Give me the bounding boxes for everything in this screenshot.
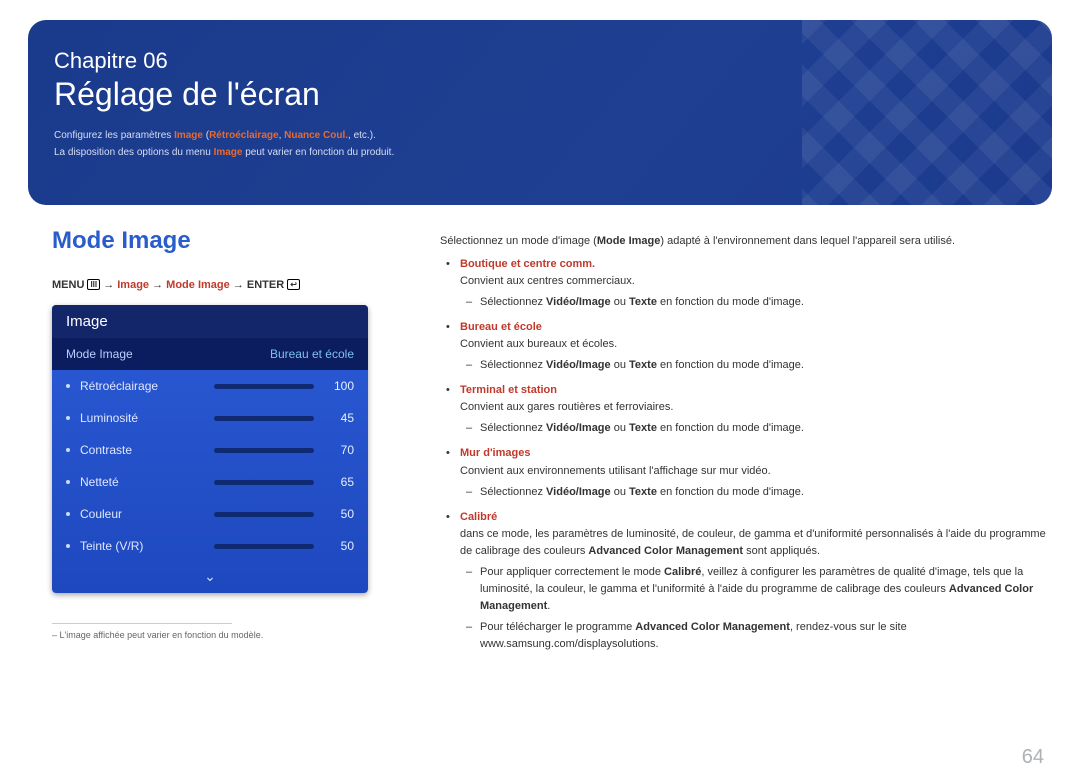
footnote: L'image affichée peut varier en fonction… [52,630,392,640]
osd-row-value: 50 [324,539,354,553]
text: Rétroéclairage [209,130,278,141]
slider-track[interactable] [214,384,314,389]
osd-row-value: 100 [324,379,354,393]
slider-track[interactable] [214,544,314,549]
bullet-icon [66,416,70,420]
arrow-icon: → [152,279,166,291]
mode-subitem: Pour appliquer correctement le mode Cali… [460,564,1046,615]
bullet-icon [66,448,70,452]
mode-desc: Convient aux gares routières et ferrovia… [460,401,673,413]
mode-sublist: Sélectionnez Vidéo/Image ou Texte en fon… [460,420,1046,437]
chapter-title: Réglage de l'écran [54,76,1026,113]
page-number: 64 [1022,746,1044,769]
osd-row[interactable]: Contraste 70 [52,434,368,466]
mode-sublist: Sélectionnez Vidéo/Image ou Texte en fon… [460,357,1046,374]
mode-subitem: Sélectionnez Vidéo/Image ou Texte en fon… [460,484,1046,501]
text: La disposition des options du menu [54,147,214,158]
osd-row-label: Mode Image [66,347,206,361]
mode-subitem: Sélectionnez Vidéo/Image ou Texte en fon… [460,294,1046,311]
chapter-intro: Configurez les paramètres Image (Rétroéc… [54,127,1026,161]
osd-row-label: Teinte (V/R) [80,539,204,553]
mode-name: Mur d'images [460,447,530,459]
osd-panel: Image Mode Image Bureau et école Rétroéc… [52,305,368,593]
path-step: Mode Image [166,279,230,291]
bullet-icon [66,384,70,388]
osd-row-value: 50 [324,507,354,521]
osd-row-value: 45 [324,411,354,425]
mode-sublist: Pour appliquer correctement le mode Cali… [460,564,1046,653]
menu-path: MENU III → Image → Mode Image → ENTER ↩ [52,279,392,291]
osd-row-label: Luminosité [80,411,204,425]
menu-key: MENU [52,279,84,291]
text: Nuance Coul. [284,130,348,141]
osd-more-indicator[interactable]: ⌄ [52,562,368,593]
mode-item: Boutique et centre comm. Convient aux cen… [440,256,1046,311]
osd-row-label: Netteté [80,475,204,489]
mode-subitem: Pour télécharger le programme Advanced C… [460,619,1046,653]
osd-row[interactable]: Couleur 50 [52,498,368,530]
text: ) adapté à l'environnement dans lequel l… [660,235,955,247]
osd-row-value: 65 [324,475,354,489]
osd-row-value: 70 [324,443,354,457]
osd-row-value: Bureau et école [270,347,354,361]
description-column: Sélectionnez un mode d'image (Mode Image… [440,227,1046,661]
text: Image [174,130,203,141]
mode-name: Calibré [460,511,497,523]
osd-row-label: Contraste [80,443,204,457]
mode-desc: dans ce mode, les paramètres de luminosi… [460,528,1046,557]
mode-desc: Convient aux bureaux et écoles. [460,338,617,350]
mode-subitem: Sélectionnez Vidéo/Image ou Texte en fon… [460,357,1046,374]
osd-row-mode-image[interactable]: Mode Image Bureau et école [52,338,368,370]
mode-name: Terminal et station [460,384,557,396]
osd-row[interactable]: Netteté 65 [52,466,368,498]
mode-item: Bureau et école Convient aux bureaux et é… [440,319,1046,374]
enter-icon: ↩ [287,279,300,290]
mode-sublist: Sélectionnez Vidéo/Image ou Texte en fon… [460,484,1046,501]
arrow-icon: → [233,279,247,291]
section-heading: Mode Image [52,227,392,255]
osd-row-label: Couleur [80,507,204,521]
osd-row[interactable]: Teinte (V/R) 50 [52,530,368,562]
mode-item: Mur d'images Convient aux environnements … [440,445,1046,500]
mode-item: Terminal et station Convient aux gares ro… [440,382,1046,437]
chapter-hero: Chapitre 06 Réglage de l'écran Configure… [28,20,1052,205]
text: peut varier en fonction du produit. [242,147,394,158]
slider-track[interactable] [214,512,314,517]
osd-row[interactable]: Rétroéclairage 100 [52,370,368,402]
osd-row-label: Rétroéclairage [80,379,204,393]
bullet-icon [66,480,70,484]
mode-desc: Convient aux environnements utilisant l'… [460,465,771,477]
text: Sélectionnez un mode d'image ( [440,235,597,247]
menu-icon: III [87,279,100,290]
text: , etc.). [348,130,376,141]
bullet-icon [66,544,70,548]
slider-track[interactable] [214,416,314,421]
path-step: Image [117,279,149,291]
text: Mode Image [597,235,661,247]
enter-key: ENTER [247,279,284,291]
mode-name: Boutique et centre comm. [460,258,595,270]
bullet-icon [66,512,70,516]
mode-subitem: Sélectionnez Vidéo/Image ou Texte en fon… [460,420,1046,437]
lead-paragraph: Sélectionnez un mode d'image (Mode Image… [440,233,1046,250]
slider-track[interactable] [214,448,314,453]
text: Image [214,147,243,158]
slider-track[interactable] [214,480,314,485]
arrow-icon: → [103,279,117,291]
osd-title: Image [52,305,368,338]
footnote-rule [52,623,232,624]
chapter-label: Chapitre 06 [54,48,1026,74]
osd-row[interactable]: Luminosité 45 [52,402,368,434]
mode-desc: Convient aux centres commerciaux. [460,275,635,287]
text: Configurez les paramètres [54,130,174,141]
mode-name: Bureau et école [460,321,542,333]
mode-sublist: Sélectionnez Vidéo/Image ou Texte en fon… [460,294,1046,311]
chevron-down-icon: ⌄ [204,568,216,584]
mode-item-calibre: Calibré dans ce mode, les paramètres de l… [440,509,1046,653]
